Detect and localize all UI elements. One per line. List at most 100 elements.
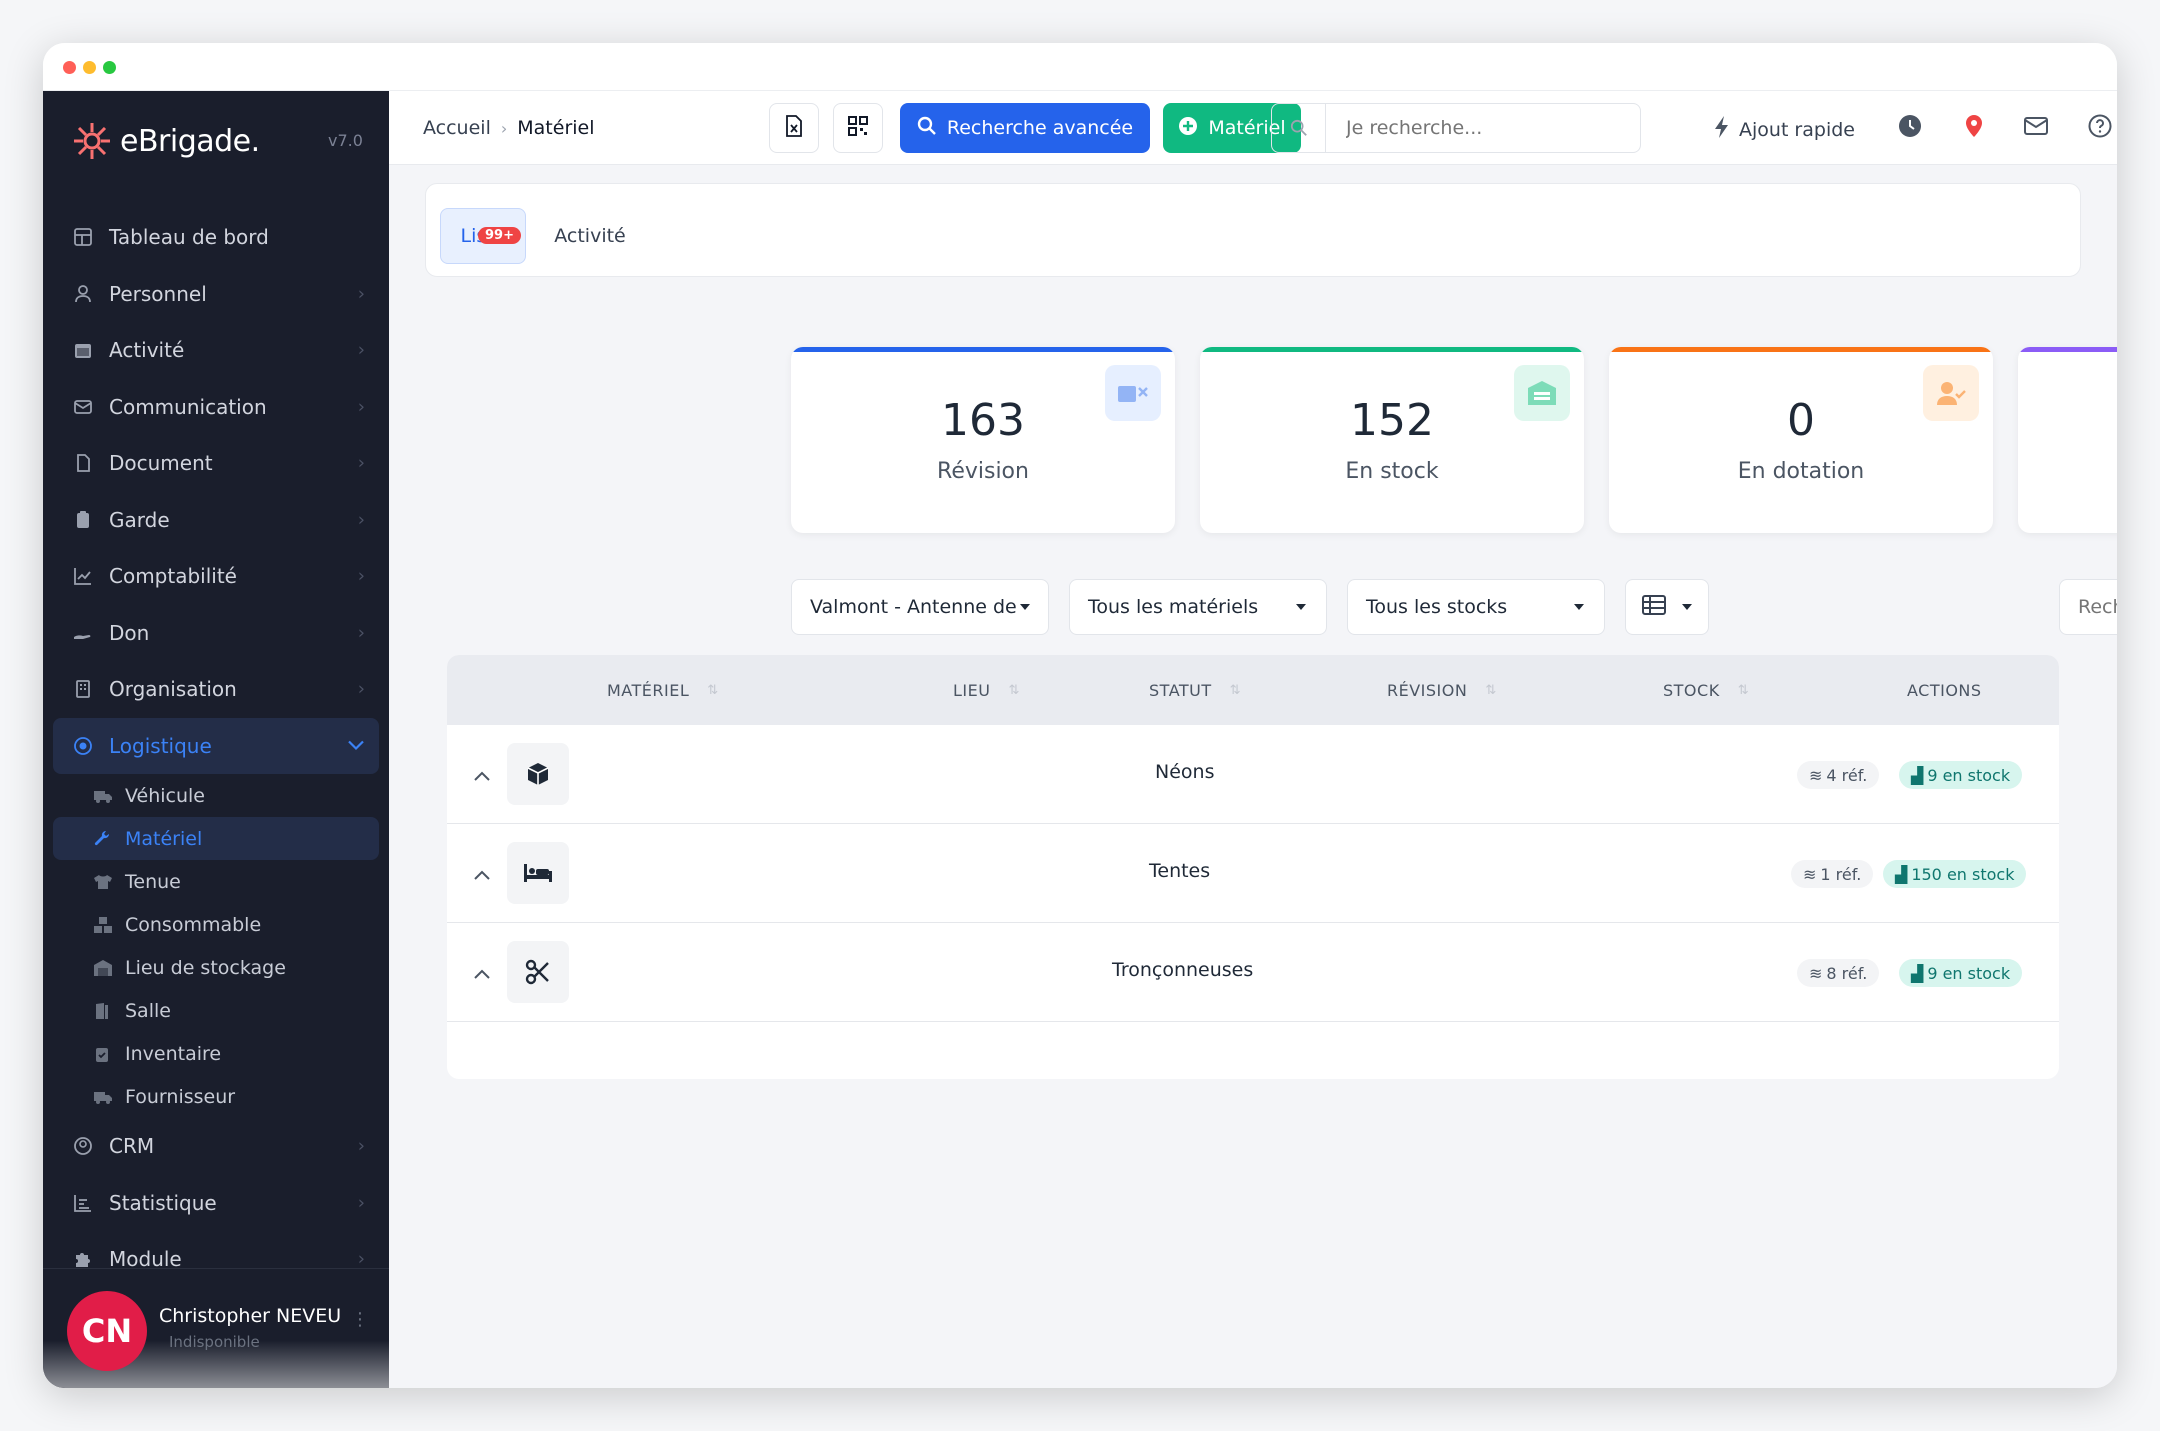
sidebar-item-crm[interactable]: CRM › [53,1118,379,1175]
sidebar-item-personnel[interactable]: Personnel › [53,266,379,323]
app-window: eBrigade. v7.0 Tableau de bord Personnel… [43,43,2117,1388]
stat-value: 163 [941,395,1025,446]
sidebar-subitem-vehicule[interactable]: Véhicule [53,774,379,817]
chevron-up-icon[interactable] [473,862,491,886]
sidebar-item-organisation[interactable]: Organisation › [53,661,379,718]
breadcrumb-home[interactable]: Accueil [423,117,491,139]
stat-card-revision[interactable]: 163 Révision [791,347,1175,533]
column-stock[interactable]: STOCK ⇅ [1663,681,1749,700]
sidebar-item-activite[interactable]: Activité › [53,322,379,379]
table-row[interactable]: Tronçonneuses ≋ 8 réf. ▟ 9 en stock [447,923,2059,1022]
table-search-input[interactable] [2060,596,2117,618]
clipboard-icon [71,508,95,532]
shirt-icon [93,874,115,890]
chevron-up-icon[interactable] [473,961,491,985]
sidebar-subitem-label: Véhicule [125,784,205,807]
sidebar-item-statistique[interactable]: Statistique › [53,1175,379,1232]
ref-count-badge: ≋ 1 réf. [1791,860,1874,888]
breadcrumb-current: Matériel [517,117,595,139]
truck-icon [93,1089,115,1105]
avatar[interactable]: CN [67,1291,147,1371]
row-name: Tentes [1149,860,1211,882]
top-bar: Accueil › Matériel Recherche avancée Mat… [389,91,2117,165]
history-button[interactable] [1895,113,1925,143]
sidebar-item-document[interactable]: Document › [53,435,379,492]
column-view-toggle[interactable] [1625,579,1709,635]
sidebar-item-tableau-de-bord[interactable]: Tableau de bord [53,209,379,266]
column-revision[interactable]: RÉVISION ⇅ [1387,681,1497,700]
sidebar-item-label: Tableau de bord [109,225,269,250]
column-statut[interactable]: STATUT ⇅ [1149,681,1241,700]
chart-bar-icon [71,1191,95,1215]
user-panel[interactable]: CN Christopher NEVEU Indisponible ⋮ [43,1268,389,1388]
tab-liste[interactable]: 99+ Liste [440,208,526,264]
advanced-search-button[interactable]: Recherche avancée [900,103,1150,153]
sidebar-item-label: Garde [109,507,170,532]
sidebar-item-label: CRM [109,1134,155,1159]
user-status: Indisponible [169,1333,260,1351]
sidebar-subitem-tenue[interactable]: Tenue [53,860,379,903]
boxes-icon: ▟ [1911,963,1924,983]
qr-code-button[interactable] [833,103,883,153]
stock-count-badge[interactable]: ▟ 9 en stock [1899,959,2023,987]
stat-card-non-operationnel[interactable]: 0 Non opérationnel [2018,347,2117,533]
messages-button[interactable] [2021,113,2051,143]
sort-icon: ⇅ [1737,683,1750,698]
warehouse-icon [93,959,115,977]
sidebar-item-garde[interactable]: Garde › [53,492,379,549]
sidebar-subitem-label: Tenue [125,870,181,893]
stock-filter-select[interactable]: Tous les stocks [1347,579,1605,635]
sidebar-item-don[interactable]: Don › [53,605,379,662]
sidebar-item-label: Logistique [109,733,212,758]
site-filter-select[interactable]: Valmont - Antenne de [791,579,1049,635]
table-row[interactable]: Tentes ≋ 1 réf. ▟ 150 en stock [447,824,2059,923]
user-icon [71,282,95,306]
material-filter-select[interactable]: Tous les matériels [1069,579,1327,635]
table-search[interactable] [2059,579,2117,635]
sidebar-subitem-salle[interactable]: Salle [53,989,379,1032]
sidebar-subitem-label: Inventaire [125,1042,222,1065]
export-excel-button[interactable] [769,103,819,153]
stat-card-en-stock[interactable]: 152 En stock [1200,347,1584,533]
stock-count-badge[interactable]: ▟ 150 en stock [1883,860,2027,888]
sidebar-subitem-inventaire[interactable]: Inventaire [53,1032,379,1075]
tab-activite[interactable]: Activité [540,208,640,264]
minimize-window-button[interactable] [83,61,96,74]
stat-value: 152 [1350,395,1434,446]
sidebar-item-communication[interactable]: Communication › [53,379,379,436]
sidebar-subitem-consommable[interactable]: Consommable [53,903,379,946]
search-icon [1272,104,1326,152]
more-vertical-icon[interactable]: ⋮ [351,1309,369,1330]
sidebar-subitem-materiel[interactable]: Matériel [53,817,379,860]
search-input[interactable] [1326,117,1626,139]
sidebar-item-label: Activité [109,338,185,363]
stat-card-en-dotation[interactable]: 0 En dotation [1609,347,1993,533]
clock-icon [1898,114,1922,142]
chart-line-icon [71,564,95,588]
stock-filter-value: Tous les stocks [1366,596,1508,618]
sidebar-item-logistique[interactable]: Logistique [53,717,379,774]
sidebar-item-comptabilite[interactable]: Comptabilité › [53,548,379,605]
app-logo[interactable]: eBrigade. [70,119,260,163]
column-lieu[interactable]: LIEU ⇅ [953,681,1020,700]
sidebar-item-label: Communication [109,394,267,419]
calendar-icon [71,338,95,362]
search-icon [917,116,937,141]
chevron-up-icon[interactable] [473,763,491,787]
sidebar-subitem-label: Lieu de stockage [125,956,286,979]
chevron-right-icon: › [357,509,365,531]
help-button[interactable] [2085,113,2115,143]
stock-count-badge[interactable]: ▟ 9 en stock [1899,761,2023,789]
maximize-window-button[interactable] [103,61,116,74]
door-icon [93,1002,115,1020]
column-materiel[interactable]: MATÉRIEL ⇅ [607,681,719,700]
global-search[interactable] [1271,103,1641,153]
layers-icon: ≋ [1809,963,1823,983]
table-row[interactable]: Néons ≋ 4 réf. ▟ 9 en stock [447,725,2059,824]
close-window-button[interactable] [63,61,76,74]
sidebar-subitem-fournisseur[interactable]: Fournisseur [53,1075,379,1118]
location-button[interactable] [1959,113,1989,143]
sidebar-subitem-lieu-de-stockage[interactable]: Lieu de stockage [53,946,379,989]
quick-add-button[interactable]: Ajout rapide [1713,115,1855,144]
chevron-right-icon: › [357,565,365,587]
